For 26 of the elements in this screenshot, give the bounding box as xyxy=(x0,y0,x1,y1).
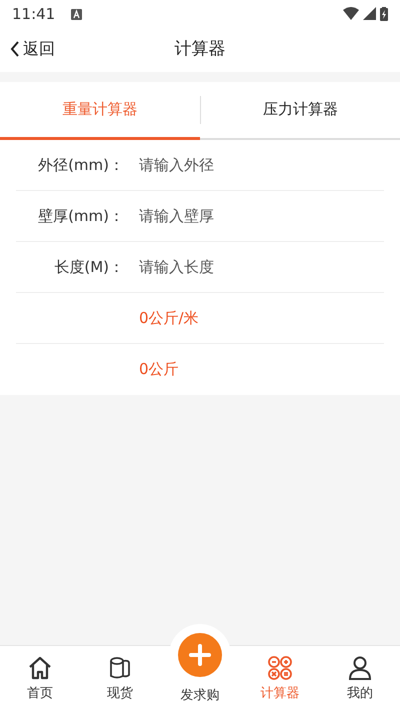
cylinder-icon xyxy=(107,654,133,680)
input-field[interactable]: 请输入外径 xyxy=(139,154,384,176)
nav-item[interactable]: 现货 xyxy=(80,646,160,711)
signal-icon xyxy=(363,7,376,20)
user-icon xyxy=(347,654,373,680)
back-button[interactable]: 返回 xyxy=(10,37,55,61)
add-icon xyxy=(178,633,222,677)
field-label: 壁厚(mm)： xyxy=(37,206,124,227)
nav-item[interactable]: 我的 xyxy=(320,646,400,711)
battery-icon xyxy=(380,7,388,21)
tab[interactable]: 压力计算器 xyxy=(200,82,400,140)
wifi-icon xyxy=(343,7,359,20)
page-title: 计算器 xyxy=(174,38,226,62)
calculator-icon xyxy=(267,654,293,680)
nav-item[interactable]: 首页 xyxy=(0,646,80,711)
result-value: 0公斤 xyxy=(139,359,179,380)
back-icon xyxy=(10,40,20,58)
nav-item[interactable]: 发求购 xyxy=(160,687,240,711)
input-field[interactable]: 请输入壁厚 xyxy=(139,204,384,228)
home-icon xyxy=(27,654,53,680)
result-value: 0公斤/米 xyxy=(139,308,199,329)
notification-icon xyxy=(71,9,82,20)
field-label: 长度(M)： xyxy=(53,256,124,278)
field-label: 外径(mm)： xyxy=(37,154,124,176)
input-field[interactable]: 请输入长度 xyxy=(139,256,384,278)
clock-time: 11:41 xyxy=(12,4,56,25)
